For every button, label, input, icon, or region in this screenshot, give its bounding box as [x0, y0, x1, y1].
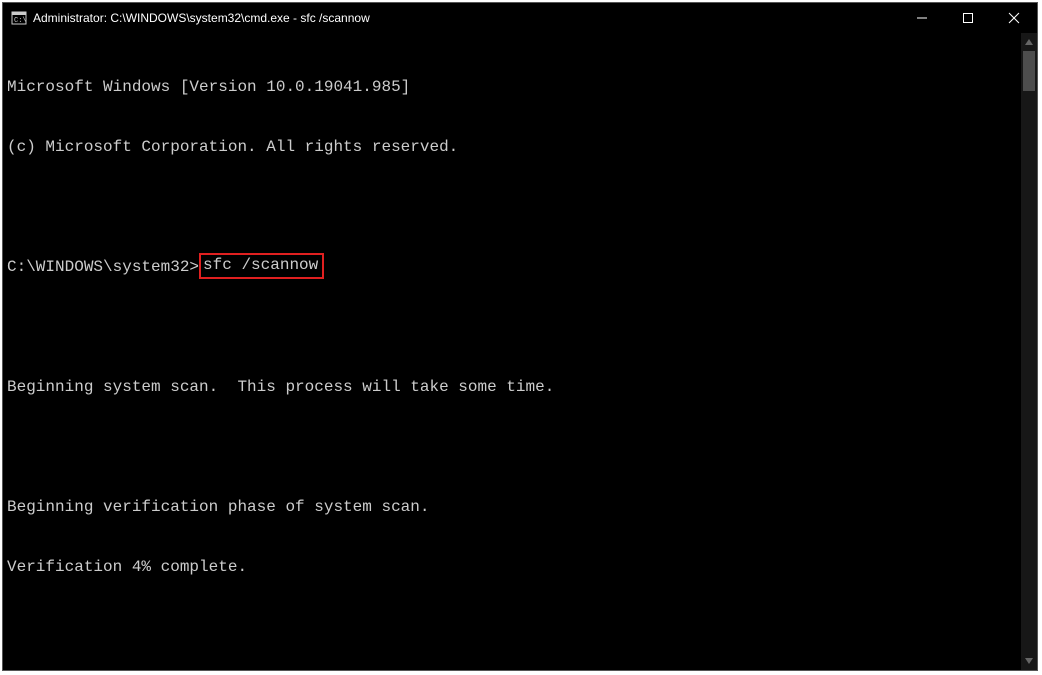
- output-blank: [7, 317, 1021, 337]
- output-line: Beginning verification phase of system s…: [7, 497, 1021, 517]
- titlebar-left: C:\ Administrator: C:\WINDOWS\system32\c…: [11, 10, 370, 26]
- svg-text:C:\: C:\: [14, 17, 27, 25]
- prompt-text: C:\WINDOWS\system32>: [7, 257, 199, 277]
- command-highlight: sfc /scannow: [199, 253, 324, 279]
- output-line: Verification 4% complete.: [7, 557, 1021, 577]
- output-line: (c) Microsoft Corporation. All rights re…: [7, 137, 1021, 157]
- output-blank: [7, 437, 1021, 457]
- output-blank: [7, 197, 1021, 217]
- output-line: Microsoft Windows [Version 10.0.19041.98…: [7, 77, 1021, 97]
- terminal-output[interactable]: Microsoft Windows [Version 10.0.19041.98…: [3, 33, 1021, 670]
- scroll-thumb[interactable]: [1023, 51, 1035, 91]
- scroll-down-arrow-icon[interactable]: [1021, 652, 1037, 670]
- scroll-track[interactable]: [1021, 51, 1037, 652]
- window-title: Administrator: C:\WINDOWS\system32\cmd.e…: [33, 11, 370, 25]
- cmd-icon: C:\: [11, 10, 27, 26]
- window-controls: [899, 3, 1037, 32]
- content-area: Microsoft Windows [Version 10.0.19041.98…: [3, 33, 1037, 670]
- minimize-button[interactable]: [899, 3, 945, 33]
- command-text: sfc /scannow: [203, 256, 318, 274]
- scroll-up-arrow-icon[interactable]: [1021, 33, 1037, 51]
- prompt-line: C:\WINDOWS\system32>sfc /scannow: [7, 257, 1021, 277]
- vertical-scrollbar[interactable]: [1021, 33, 1037, 670]
- titlebar[interactable]: C:\ Administrator: C:\WINDOWS\system32\c…: [3, 3, 1037, 33]
- close-button[interactable]: [991, 3, 1037, 33]
- cmd-window: C:\ Administrator: C:\WINDOWS\system32\c…: [2, 2, 1038, 671]
- output-line: Beginning system scan. This process will…: [7, 377, 1021, 397]
- maximize-button[interactable]: [945, 3, 991, 33]
